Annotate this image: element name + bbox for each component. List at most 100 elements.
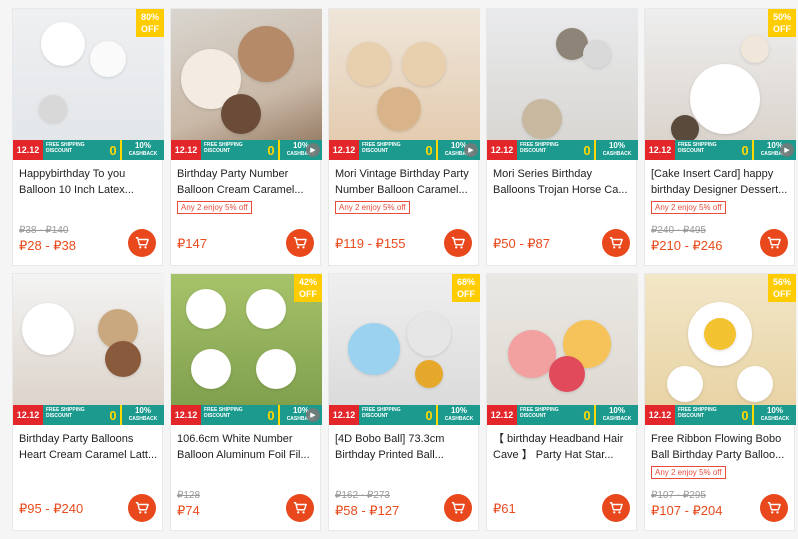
product-image[interactable]: 50% OFF 12.12 FREE SHIPPING DISCOUNT 0 10…: [645, 9, 796, 160]
current-price: ₽107 - ₽204: [651, 503, 723, 518]
promo-event-label: 12.12: [171, 405, 201, 425]
original-price: ₽162 - ₽273: [335, 490, 390, 501]
shopping-cart-icon: [135, 236, 149, 250]
product-card[interactable]: 56% OFF 12.12 FREE SHIPPING DISCOUNT 0 10…: [644, 273, 796, 531]
promo-zero: 0: [422, 405, 436, 425]
promo-shipping: FREE SHIPPING DISCOUNT: [43, 405, 106, 425]
promo-shipping: FREE SHIPPING DISCOUNT: [359, 140, 422, 160]
product-title[interactable]: Birthday Party Number Balloon Cream Cara…: [177, 166, 318, 198]
original-price: ₽128: [177, 490, 201, 501]
product-image[interactable]: 68% OFF 12.12 FREE SHIPPING DISCOUNT 0 10…: [329, 274, 480, 425]
promo-event-label: 12.12: [13, 140, 43, 160]
add-to-cart-button[interactable]: [602, 494, 630, 522]
promo-tag: Any 2 enjoy 5% off: [335, 201, 410, 214]
product-card[interactable]: 12.12 FREE SHIPPING DISCOUNT 0 10% CASHBAC…: [328, 8, 480, 266]
product-image[interactable]: 12.12 FREE SHIPPING DISCOUNT 0 10% CASHBAC…: [13, 274, 164, 425]
product-title[interactable]: Birthday Party Balloons Heart Cream Cara…: [19, 431, 160, 463]
promo-zero: 0: [738, 140, 752, 160]
promo-shipping: FREE SHIPPING DISCOUNT: [517, 405, 580, 425]
product-image[interactable]: 12.12 FREE SHIPPING DISCOUNT 0 10% CASHBAC…: [487, 9, 638, 160]
current-price: ₽74: [177, 503, 200, 518]
shopping-cart-icon: [135, 501, 149, 515]
product-image[interactable]: 42% OFF 12.12 FREE SHIPPING DISCOUNT 0 10…: [171, 274, 322, 425]
product-card[interactable]: 50% OFF 12.12 FREE SHIPPING DISCOUNT 0 10…: [644, 8, 796, 266]
promo-banner: 12.12 FREE SHIPPING DISCOUNT 0 10% CASHBAC…: [645, 405, 796, 425]
add-to-cart-button[interactable]: [760, 229, 788, 257]
product-image[interactable]: 12.12 FREE SHIPPING DISCOUNT 0 10% CASHBAC…: [171, 9, 322, 160]
add-to-cart-button[interactable]: [128, 229, 156, 257]
original-price: ₽107 - ₽295: [651, 490, 706, 501]
promo-zero: 0: [580, 405, 594, 425]
current-price: ₽50 - ₽87: [493, 236, 551, 251]
shopping-cart-icon: [767, 501, 781, 515]
product-image[interactable]: 12.12 FREE SHIPPING DISCOUNT 0 10% CASHBAC…: [487, 274, 638, 425]
play-icon[interactable]: ▶: [780, 143, 794, 157]
promo-banner: 12.12 FREE SHIPPING DISCOUNT 0 10% CASHBAC…: [329, 405, 480, 425]
product-title[interactable]: [Cake Insert Card] happy birthday Design…: [651, 166, 792, 198]
play-icon[interactable]: ▶: [306, 143, 320, 157]
product-card[interactable]: 80% OFF 12.12 FREE SHIPPING DISCOUNT 0 10…: [12, 8, 164, 266]
promo-banner: 12.12 FREE SHIPPING DISCOUNT 0 10% CASHBAC…: [645, 140, 796, 160]
add-to-cart-button[interactable]: [444, 229, 472, 257]
promo-zero: 0: [422, 140, 436, 160]
promo-shipping: FREE SHIPPING DISCOUNT: [201, 140, 264, 160]
discount-badge: 80% OFF: [136, 9, 164, 37]
product-card[interactable]: 68% OFF 12.12 FREE SHIPPING DISCOUNT 0 10…: [328, 273, 480, 531]
shopping-cart-icon: [451, 501, 465, 515]
product-title[interactable]: Free Ribbon Flowing Bobo Ball Birthday P…: [651, 431, 792, 463]
product-title[interactable]: Happybirthday To you Balloon 10 Inch Lat…: [19, 166, 160, 198]
discount-badge: 42% OFF: [294, 274, 322, 302]
promo-event-label: 12.12: [487, 140, 517, 160]
promo-shipping: FREE SHIPPING DISCOUNT: [43, 140, 106, 160]
play-icon[interactable]: ▶: [464, 143, 478, 157]
discount-badge: 50% OFF: [768, 9, 796, 37]
product-image[interactable]: 56% OFF 12.12 FREE SHIPPING DISCOUNT 0 10…: [645, 274, 796, 425]
product-image[interactable]: 12.12 FREE SHIPPING DISCOUNT 0 10% CASHBAC…: [329, 9, 480, 160]
promo-shipping: FREE SHIPPING DISCOUNT: [675, 140, 738, 160]
product-title[interactable]: 106.6cm White Number Balloon Aluminum Fo…: [177, 431, 318, 463]
play-icon[interactable]: ▶: [306, 408, 320, 422]
product-title[interactable]: Mori Series Birthday Balloons Trojan Hor…: [493, 166, 634, 198]
promo-shipping: FREE SHIPPING DISCOUNT: [201, 405, 264, 425]
promo-zero: 0: [106, 405, 120, 425]
product-image[interactable]: 80% OFF 12.12 FREE SHIPPING DISCOUNT 0 10…: [13, 9, 164, 160]
add-to-cart-button[interactable]: [128, 494, 156, 522]
promo-tag: Any 2 enjoy 5% off: [651, 201, 726, 214]
product-title[interactable]: Mori Vintage Birthday Party Number Ballo…: [335, 166, 476, 198]
add-to-cart-button[interactable]: [286, 229, 314, 257]
product-title[interactable]: [4D Bobo Ball] 73.3cm Birthday Printed B…: [335, 431, 476, 463]
product-card[interactable]: 12.12 FREE SHIPPING DISCOUNT 0 10% CASHBAC…: [170, 8, 322, 266]
promo-cashback: 10% CASHBACK: [594, 405, 638, 425]
shopping-cart-icon: [293, 501, 307, 515]
add-to-cart-button[interactable]: [444, 494, 472, 522]
current-price: ₽119 - ₽155: [335, 236, 406, 251]
current-price: ₽210 - ₽246: [651, 238, 723, 253]
promo-banner: 12.12 FREE SHIPPING DISCOUNT 0 10% CASHBAC…: [171, 140, 322, 160]
promo-banner: 12.12 FREE SHIPPING DISCOUNT 0 10% CASHBAC…: [487, 405, 638, 425]
discount-badge: 56% OFF: [768, 274, 796, 302]
product-title[interactable]: 【 birthday Headband Hair Cave 】 Party Ha…: [493, 431, 634, 463]
product-card[interactable]: 12.12 FREE SHIPPING DISCOUNT 0 10% CASHBAC…: [12, 273, 164, 531]
original-price: ₽38 - ₽140: [19, 225, 69, 236]
promo-shipping: FREE SHIPPING DISCOUNT: [517, 140, 580, 160]
product-card[interactable]: 12.12 FREE SHIPPING DISCOUNT 0 10% CASHBAC…: [486, 8, 638, 266]
product-card[interactable]: 42% OFF 12.12 FREE SHIPPING DISCOUNT 0 10…: [170, 273, 322, 531]
promo-zero: 0: [738, 405, 752, 425]
promo-banner: 12.12 FREE SHIPPING DISCOUNT 0 10% CASHBAC…: [487, 140, 638, 160]
current-price: ₽28 - ₽38: [19, 238, 77, 253]
promo-event-label: 12.12: [13, 405, 43, 425]
add-to-cart-button[interactable]: [760, 494, 788, 522]
add-to-cart-button[interactable]: [602, 229, 630, 257]
promo-cashback: 10% CASHBACK: [594, 140, 638, 160]
promo-banner: 12.12 FREE SHIPPING DISCOUNT 0 10% CASHBAC…: [13, 140, 164, 160]
promo-zero: 0: [264, 140, 278, 160]
product-card[interactable]: 12.12 FREE SHIPPING DISCOUNT 0 10% CASHBAC…: [486, 273, 638, 531]
promo-banner: 12.12 FREE SHIPPING DISCOUNT 0 10% CASHBAC…: [329, 140, 480, 160]
current-price: ₽95 - ₽240: [19, 501, 84, 516]
add-to-cart-button[interactable]: [286, 494, 314, 522]
promo-tag: Any 2 enjoy 5% off: [651, 466, 726, 479]
promo-banner: 12.12 FREE SHIPPING DISCOUNT 0 10% CASHBAC…: [13, 405, 164, 425]
shopping-cart-icon: [609, 236, 623, 250]
shopping-cart-icon: [451, 236, 465, 250]
promo-event-label: 12.12: [329, 140, 359, 160]
